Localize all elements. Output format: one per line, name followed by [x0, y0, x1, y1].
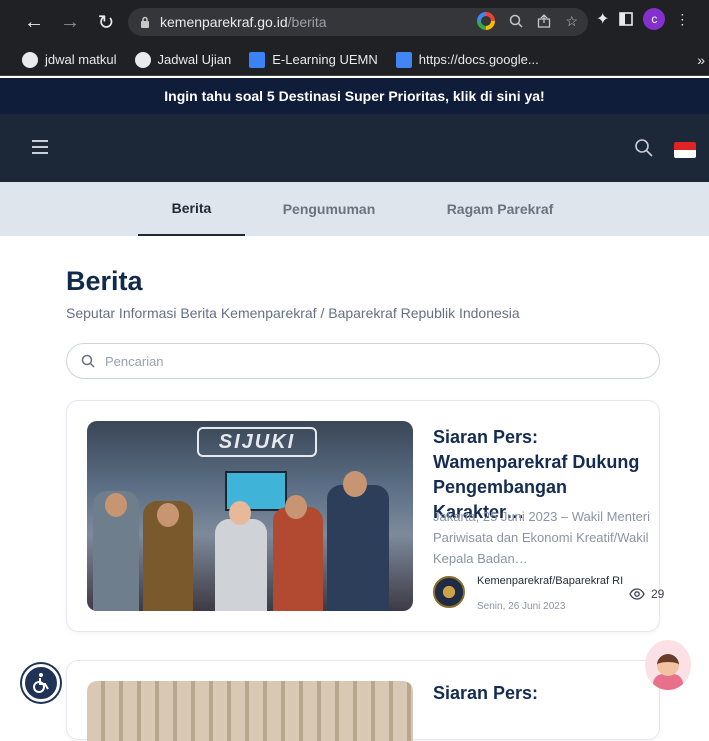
- search-input[interactable]: [105, 353, 605, 369]
- article-excerpt: Jakarta, 25 Juni 2023 – Wakil Menteri Pa…: [433, 509, 651, 566]
- side-panel-icon[interactable]: [619, 12, 634, 26]
- article-title[interactable]: Siaran Pers:: [433, 683, 538, 704]
- site-header: [0, 114, 709, 182]
- forward-arrow-icon[interactable]: →: [56, 8, 84, 36]
- eye-icon: [629, 588, 645, 600]
- person-head: [229, 501, 251, 525]
- accessibility-button[interactable]: [22, 664, 60, 702]
- mascot-head: [657, 654, 679, 676]
- hamburger-menu-icon[interactable]: [32, 140, 48, 154]
- google-docs-icon: [395, 51, 412, 68]
- elearning-icon: [249, 51, 266, 68]
- article-author: Kemenparekraf/Baparekraf RI: [477, 575, 624, 587]
- share-icon[interactable]: [537, 14, 551, 28]
- bookmark-label: jdwal matkul: [45, 52, 117, 67]
- article-thumbnail[interactable]: SIJUKI: [87, 421, 413, 611]
- bookmark-label: E-Learning UEMN: [272, 52, 378, 67]
- article-views: 29: [629, 587, 664, 601]
- tab-berita[interactable]: Berita: [138, 182, 245, 236]
- back-arrow-icon[interactable]: ←: [20, 8, 48, 36]
- bookmark-label: Jadwal Ujian: [157, 52, 232, 67]
- bookmarks-bar: jdwal matkul Jadwal Ujian E-Learning UEM…: [0, 44, 709, 76]
- page-subtitle: Seputar Informasi Berita Kemenparekraf /…: [66, 305, 520, 321]
- bookmark-jdwal-matkul[interactable]: jdwal matkul: [22, 51, 117, 68]
- mascot-body: [653, 674, 683, 690]
- globe-icon: [134, 51, 151, 68]
- person-head: [157, 503, 179, 527]
- browser-toolbar: ← → ↻ kemenparekraf.go.id/berita ☆ ✦ c ⋮: [0, 0, 709, 44]
- article-date: Senin, 26 Juni 2023: [477, 601, 566, 612]
- search-icon: [81, 354, 95, 368]
- bookmark-elearning[interactable]: E-Learning UEMN: [249, 51, 378, 68]
- article-card[interactable]: SIJUKI Siaran Pers: Wamenparekraf Dukung…: [66, 400, 664, 632]
- lock-icon: [141, 16, 149, 28]
- article-card[interactable]: Siaran Pers:: [66, 660, 660, 741]
- indonesia-flag-icon[interactable]: [674, 142, 696, 158]
- reload-icon[interactable]: ↻: [92, 8, 120, 36]
- ministry-logo: [433, 576, 465, 608]
- search-icon[interactable]: [634, 138, 654, 158]
- chat-assistant-avatar[interactable]: [645, 640, 691, 690]
- google-icon[interactable]: [477, 12, 496, 30]
- person: [273, 507, 323, 611]
- bookmark-star-icon[interactable]: ☆: [565, 13, 578, 30]
- search-field[interactable]: [66, 343, 660, 379]
- store-sign: SIJUKI: [197, 427, 317, 457]
- promo-banner[interactable]: Ingin tahu soal 5 Destinasi Super Priori…: [0, 78, 709, 114]
- more-menu-icon[interactable]: ⋮: [675, 11, 689, 28]
- article-thumbnail[interactable]: [87, 681, 413, 741]
- address-bar[interactable]: kemenparekraf.go.id/berita ☆: [128, 8, 588, 36]
- person: [215, 519, 267, 611]
- person: [327, 485, 389, 611]
- zoom-icon[interactable]: [509, 14, 523, 28]
- category-tabs: Berita Pengumuman Ragam Parekraf: [0, 182, 709, 236]
- bookmark-jadwal-ujian[interactable]: Jadwal Ujian: [134, 51, 232, 68]
- extensions-icon[interactable]: ✦: [596, 9, 609, 29]
- page-title: Berita: [66, 266, 143, 296]
- bookmarks-overflow-button[interactable]: »: [697, 52, 705, 68]
- globe-icon: [22, 51, 38, 68]
- wheelchair-icon: [33, 673, 49, 693]
- bookmark-label: https://docs.google...: [418, 52, 539, 67]
- tab-pengumuman[interactable]: Pengumuman: [268, 182, 390, 236]
- views-count: 29: [651, 587, 665, 601]
- url-text: kemenparekraf.go.id/berita: [160, 14, 327, 30]
- person-head: [285, 495, 307, 519]
- person-head: [105, 493, 127, 517]
- profile-avatar[interactable]: c: [643, 8, 666, 30]
- person-head: [343, 471, 367, 497]
- tab-ragam-parekraf[interactable]: Ragam Parekraf: [430, 182, 570, 236]
- bookmark-google-docs[interactable]: https://docs.google...: [395, 51, 539, 68]
